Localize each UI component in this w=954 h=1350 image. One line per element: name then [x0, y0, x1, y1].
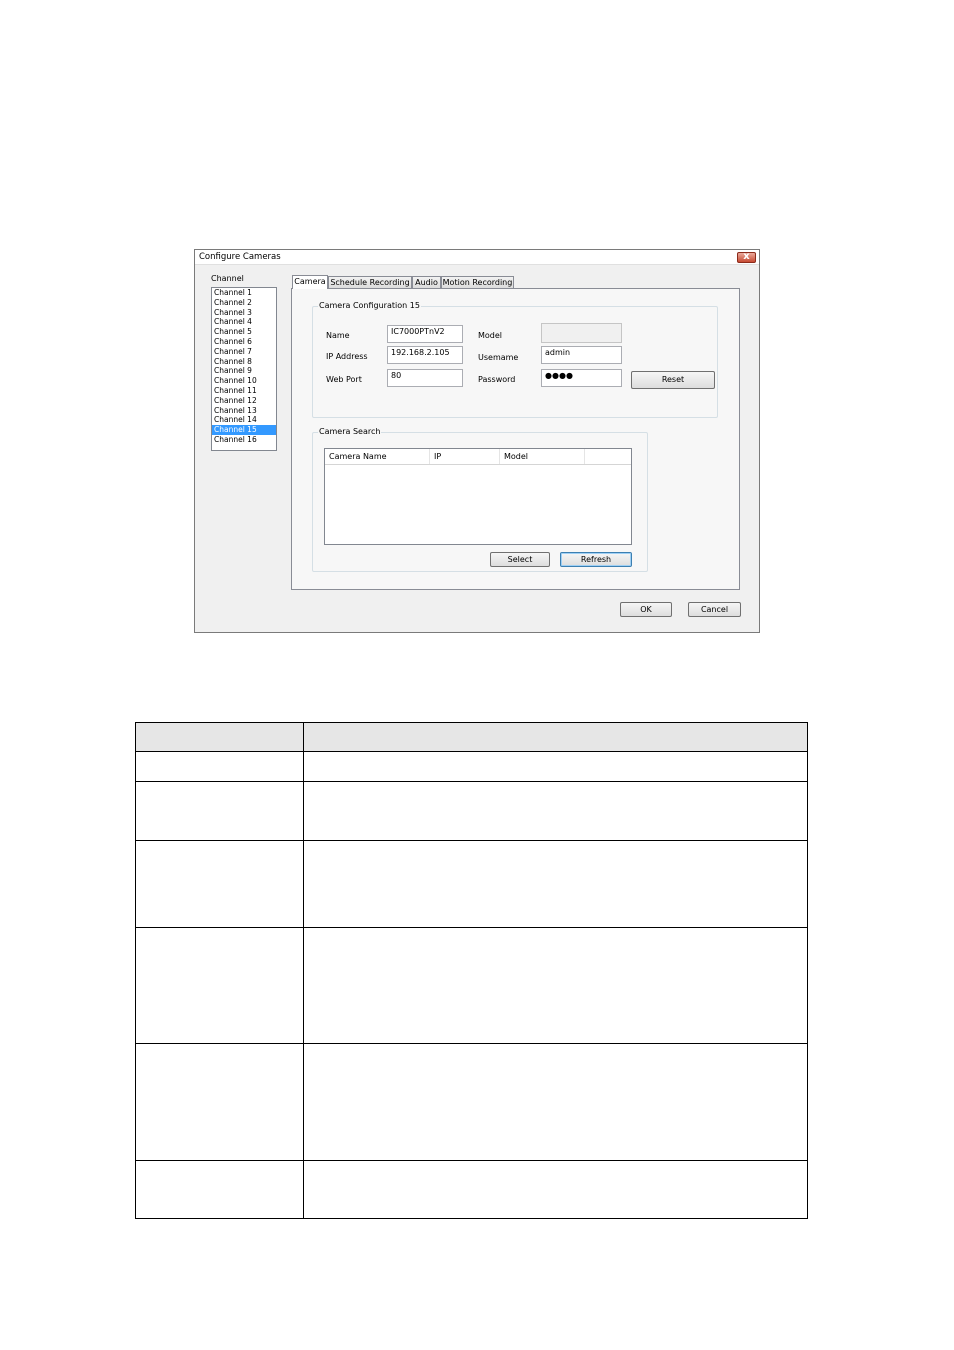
table-header-cell — [135, 722, 304, 752]
password-label: Password — [478, 375, 516, 384]
channel-item-3[interactable]: Channel 3 — [212, 308, 276, 318]
table-cell — [303, 751, 808, 782]
web-port-label: Web Port — [326, 375, 362, 384]
table-row — [135, 781, 808, 841]
name-label: Name — [326, 331, 350, 340]
table-header-row — [135, 722, 808, 752]
column-model[interactable]: Model — [500, 449, 585, 464]
channel-item-11[interactable]: Channel 11 — [212, 386, 276, 396]
channel-list[interactable]: Channel 1 Channel 2 Channel 3 Channel 4 … — [211, 287, 277, 451]
username-label: Usemame — [478, 353, 519, 362]
table-cell — [303, 840, 808, 928]
table-cell — [135, 1043, 304, 1161]
camera-tab-panel: Camera Configuration 15 Name IC7000PTnV2… — [291, 288, 740, 590]
channel-item-10[interactable]: Channel 10 — [212, 376, 276, 386]
camera-configuration-title: Camera Configuration 15 — [318, 301, 421, 310]
model-input — [541, 323, 622, 343]
table-row — [135, 1160, 808, 1219]
tab-motion-recording[interactable]: Motion Recording — [441, 276, 514, 288]
column-empty — [585, 449, 631, 464]
web-port-input[interactable]: 80 — [387, 369, 463, 387]
configure-cameras-dialog: Configure Cameras x Channel Channel 1 Ch… — [194, 249, 760, 633]
channel-item-15[interactable]: Channel 15 — [212, 425, 276, 435]
camera-search-results[interactable]: Camera Name IP Model — [324, 448, 632, 545]
table-row — [135, 751, 808, 782]
ok-button[interactable]: OK — [620, 602, 672, 617]
select-button[interactable]: Select — [490, 552, 550, 567]
channel-item-12[interactable]: Channel 12 — [212, 396, 276, 406]
channel-label: Channel — [211, 274, 244, 283]
channel-item-1[interactable]: Channel 1 — [212, 288, 276, 298]
channel-item-2[interactable]: Channel 2 — [212, 298, 276, 308]
table-cell — [135, 751, 304, 782]
description-table — [135, 722, 808, 1219]
tab-camera[interactable]: Camera — [292, 275, 328, 289]
table-cell — [303, 1043, 808, 1161]
table-row — [135, 1043, 808, 1161]
reset-button[interactable]: Reset — [631, 371, 715, 389]
camera-configuration-group: Camera Configuration 15 Name IC7000PTnV2… — [312, 301, 718, 418]
name-input[interactable]: IC7000PTnV2 — [387, 325, 463, 343]
camera-search-title: Camera Search — [318, 427, 382, 436]
ip-address-label: IP Address — [326, 352, 368, 361]
refresh-button[interactable]: Refresh — [560, 552, 632, 567]
channel-item-5[interactable]: Channel 5 — [212, 327, 276, 337]
table-cell — [303, 927, 808, 1044]
channel-item-16[interactable]: Channel 16 — [212, 435, 276, 445]
table-cell — [303, 781, 808, 841]
table-header-cell — [303, 722, 808, 752]
dialog-title: Configure Cameras — [199, 252, 281, 262]
channel-item-8[interactable]: Channel 8 — [212, 357, 276, 367]
username-input[interactable]: admin — [541, 346, 622, 364]
close-icon: x — [743, 251, 750, 262]
tab-schedule-recording[interactable]: Schedule Recording — [328, 276, 412, 288]
column-camera-name[interactable]: Camera Name — [325, 449, 430, 464]
table-cell — [135, 840, 304, 928]
model-label: Model — [478, 331, 503, 340]
table-cell — [303, 1160, 808, 1219]
ip-address-input[interactable]: 192.168.2.105 — [387, 346, 463, 364]
camera-search-group: Camera Search Camera Name IP Model Selec… — [312, 427, 648, 572]
channel-item-4[interactable]: Channel 4 — [212, 317, 276, 327]
table-cell — [135, 1160, 304, 1219]
channel-item-9[interactable]: Channel 9 — [212, 366, 276, 376]
table-cell — [135, 781, 304, 841]
table-cell — [135, 927, 304, 1044]
channel-item-6[interactable]: Channel 6 — [212, 337, 276, 347]
channel-item-14[interactable]: Channel 14 — [212, 415, 276, 425]
password-input[interactable]: ●●●● — [541, 369, 622, 387]
results-header: Camera Name IP Model — [325, 449, 631, 465]
cancel-button[interactable]: Cancel — [688, 602, 741, 617]
table-row — [135, 840, 808, 928]
tab-audio[interactable]: Audio — [412, 276, 441, 288]
table-row — [135, 927, 808, 1044]
channel-item-13[interactable]: Channel 13 — [212, 406, 276, 416]
column-ip[interactable]: IP — [430, 449, 500, 464]
title-bar: Configure Cameras x — [195, 250, 759, 265]
channel-item-7[interactable]: Channel 7 — [212, 347, 276, 357]
close-button[interactable]: x — [737, 251, 756, 263]
